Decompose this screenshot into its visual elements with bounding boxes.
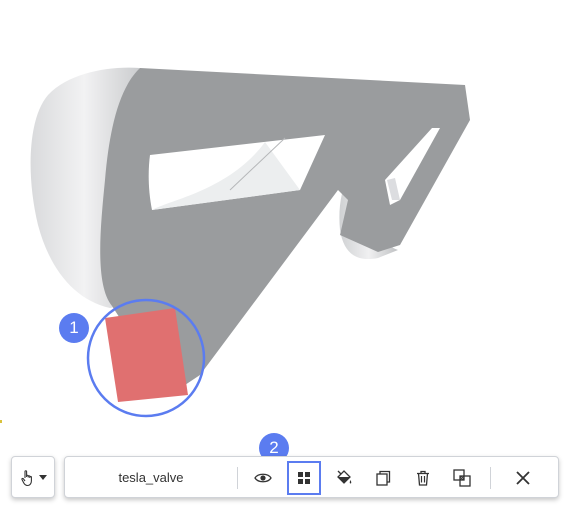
intersect-icon (453, 469, 471, 487)
close-button[interactable] (506, 461, 540, 495)
3d-viewport[interactable] (0, 0, 578, 440)
eye-icon (254, 473, 272, 483)
grid-icon (298, 472, 310, 484)
toolbar-divider (237, 467, 238, 489)
close-icon (516, 471, 530, 485)
copy-icon (376, 470, 391, 486)
hand-tool-button[interactable] (16, 461, 50, 495)
visibility-button[interactable] (246, 461, 280, 495)
object-name-label: tesla_valve (118, 469, 184, 485)
selected-face-highlight[interactable] (105, 308, 188, 402)
callout-badge-1: 1 (59, 313, 89, 343)
toolbar-divider (490, 467, 491, 489)
caret-down-icon (38, 475, 47, 480)
paint-bucket-icon (337, 470, 352, 484)
tesla-valve-model[interactable] (30, 67, 470, 418)
trash-icon (417, 470, 429, 486)
hand-tool-box (11, 456, 55, 498)
object-toolbar: tesla_valve (64, 456, 559, 498)
copy-button[interactable] (366, 461, 400, 495)
hand-pointer-icon (20, 470, 32, 487)
axis-marker (0, 420, 2, 423)
boolean-button[interactable] (445, 461, 479, 495)
delete-button[interactable] (406, 461, 440, 495)
appearance-button[interactable] (327, 461, 361, 495)
select-faces-button[interactable] (287, 461, 321, 495)
